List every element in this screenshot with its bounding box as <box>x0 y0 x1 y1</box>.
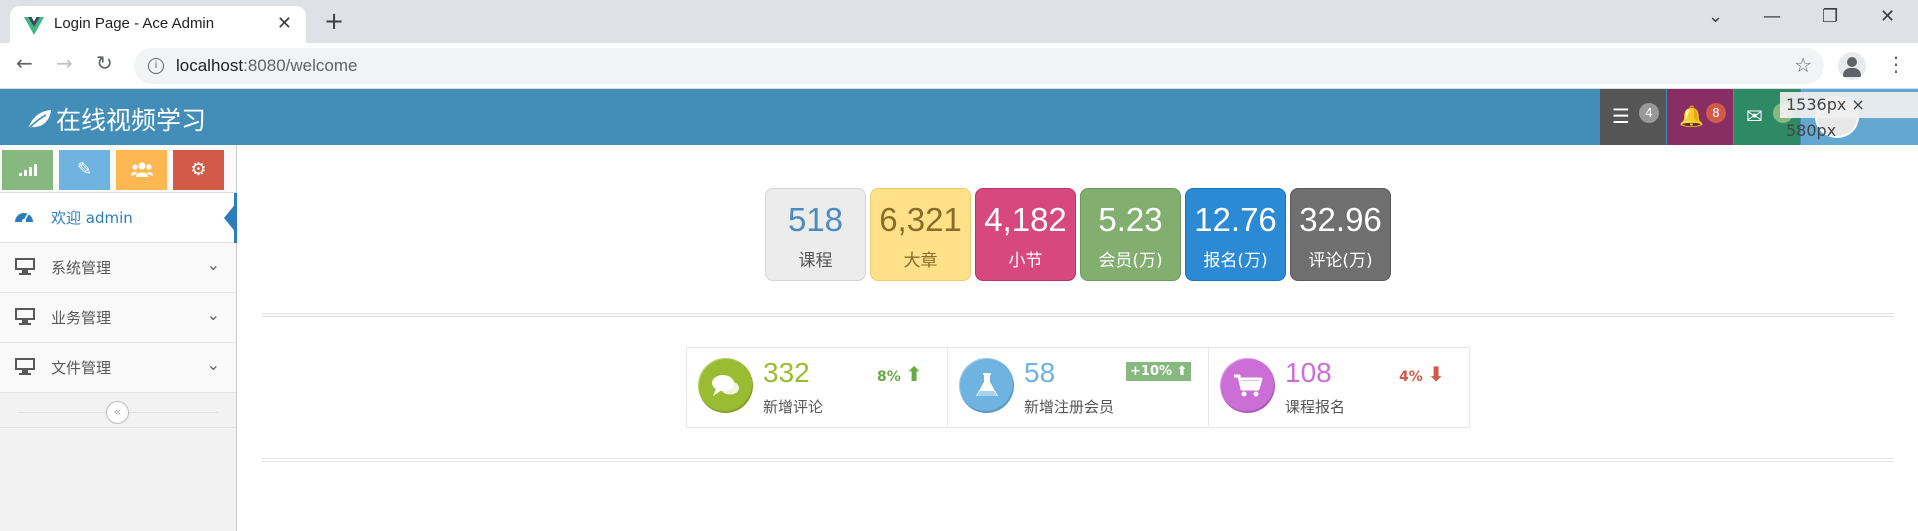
flask-icon <box>959 358 1014 413</box>
stat-value: 518 <box>787 201 844 238</box>
stat-box-chapters[interactable]: 6,321 大章 <box>870 188 971 281</box>
bookmark-star-icon[interactable]: ☆ <box>1794 53 1812 77</box>
desktop-icon <box>14 257 36 280</box>
infobox-value: 108 <box>1285 357 1332 388</box>
sidebar-item-welcome[interactable]: 欢迎 admin <box>0 193 237 243</box>
signal-icon[interactable] <box>2 150 53 190</box>
divider <box>262 313 1894 317</box>
stat-box-courses[interactable]: 518 课程 <box>765 188 866 281</box>
restore-button[interactable]: ❐ <box>1822 6 1838 27</box>
site-info-icon[interactable]: i <box>148 58 164 74</box>
arrow-up-icon: ⬆ <box>1176 364 1188 379</box>
url-text: localhost:8080/welcome <box>176 56 358 75</box>
stat-percent: 4% <box>1399 369 1423 385</box>
pencil-icon[interactable]: ✎ <box>59 150 110 190</box>
sidebar-item-business[interactable]: 业务管理 ⌄ <box>0 293 236 343</box>
stat-label: 会员(万) <box>1098 251 1163 271</box>
new-tab-button[interactable]: + <box>324 7 344 35</box>
stat-label: 评论(万) <box>1308 251 1373 271</box>
infobox-stat: 4% ⬇ <box>1399 362 1444 386</box>
sidebar-item-label: 欢迎 admin <box>51 209 133 227</box>
stat-label: 小节 <box>1008 251 1043 271</box>
chevron-down-icon: ⌄ <box>206 255 220 274</box>
infobox-row: 332 新增评论 8% ⬆ 58 新增注册会员 +10% ⬆ 108 课程报名 … <box>686 347 1470 428</box>
browser-tab[interactable]: Login Page - Ace Admin ✕ <box>10 6 306 43</box>
users-icon[interactable] <box>116 150 167 190</box>
nav-tasks[interactable]: ☰ 4 <box>1600 89 1666 145</box>
browser-tab-strip: Login Page - Ace Admin ✕ + ⌄ — ❐ ✕ <box>0 0 1918 43</box>
infobox-value: 58 <box>1024 357 1056 388</box>
back-icon[interactable]: ← <box>16 51 33 75</box>
infobox-label: 新增评论 <box>763 398 824 416</box>
stat-box-enrollments[interactable]: 12.76 报名(万) <box>1185 188 1286 281</box>
sidebar-item-files[interactable]: 文件管理 ⌄ <box>0 343 236 393</box>
infobox-stat: 8% ⬆ <box>877 362 922 386</box>
browser-toolbar: ← → ↻ i localhost:8080/welcome ☆ ⋮ <box>0 43 1918 89</box>
bell-icon: 🔔 <box>1679 104 1704 128</box>
stat-value: 6,321 <box>879 201 962 238</box>
stat-percent: +10% <box>1130 364 1173 379</box>
tasks-badge: 4 <box>1639 103 1659 123</box>
collapse-sidebar-icon[interactable]: « <box>106 401 129 424</box>
divider <box>262 458 1894 462</box>
app-navbar: 在线视频学习 ☰ 4 🔔 8 ✉ 5 <box>0 89 1918 145</box>
stat-label: 课程 <box>798 251 833 271</box>
sidebar-collapse-row: « <box>0 396 236 428</box>
stat-label: 报名(万) <box>1203 251 1268 271</box>
leaf-icon <box>26 106 52 135</box>
infobox-enrollments[interactable]: 108 课程报名 4% ⬇ <box>1209 348 1470 427</box>
window-close-button[interactable]: ✕ <box>1880 6 1895 27</box>
infobox-comments[interactable]: 332 新增评论 8% ⬆ <box>687 348 948 427</box>
address-bar[interactable]: i localhost:8080/welcome ☆ <box>134 48 1824 84</box>
tab-search-icon[interactable]: ⌄ <box>1708 6 1723 27</box>
active-indicator <box>224 202 237 234</box>
infobox-label: 新增注册会员 <box>1024 398 1115 416</box>
stat-percent: 8% <box>877 369 901 385</box>
stat-value: 5.23 <box>1098 201 1163 238</box>
chevron-down-icon: ⌄ <box>206 355 220 374</box>
stat-label: 大章 <box>903 251 938 271</box>
desktop-icon <box>14 357 36 380</box>
tasks-icon: ☰ <box>1612 104 1630 128</box>
stat-box-comments[interactable]: 32.96 评论(万) <box>1290 188 1391 281</box>
nav-notifications[interactable]: 🔔 8 <box>1667 89 1733 145</box>
stat-value: 4,182 <box>984 201 1067 238</box>
infobox-value: 332 <box>763 357 810 388</box>
sidebar-item-label: 文件管理 <box>51 359 112 377</box>
stat-value: 12.76 <box>1194 201 1277 238</box>
cogs-icon[interactable]: ⚙ <box>173 150 224 190</box>
sidebar-item-label: 系统管理 <box>51 259 112 277</box>
infobox-new-members[interactable]: 58 新增注册会员 +10% ⬆ <box>948 348 1209 427</box>
notifications-badge: 8 <box>1706 103 1726 123</box>
arrow-down-icon: ⬇ <box>1427 362 1445 386</box>
sidebar-item-system[interactable]: 系统管理 ⌄ <box>0 243 236 293</box>
sidebar-item-label: 业务管理 <box>51 309 112 327</box>
chevron-down-icon: ⌄ <box>206 305 220 324</box>
shopping-cart-icon <box>1220 358 1275 413</box>
minimize-button[interactable]: — <box>1763 6 1781 27</box>
reload-icon[interactable]: ↻ <box>96 51 113 75</box>
sidebar-shortcuts: ✎ ⚙ <box>0 145 236 193</box>
size-tooltip: 1536px × 580px <box>1780 92 1918 140</box>
dashboard-icon <box>14 207 34 228</box>
growth-badge: +10% ⬆ <box>1126 362 1192 381</box>
sidebar: ✎ ⚙ 欢迎 admin 系统管理 ⌄ 业务管理 ⌄ 文件管理 ⌄ « <box>0 145 237 531</box>
brand[interactable]: 在线视频学习 <box>26 101 206 137</box>
profile-icon[interactable] <box>1838 52 1866 80</box>
infobox-label: 课程报名 <box>1285 398 1346 416</box>
stat-value: 32.96 <box>1299 201 1382 238</box>
stat-box-members[interactable]: 5.23 会员(万) <box>1080 188 1181 281</box>
tab-title: Login Page - Ace Admin <box>54 15 215 32</box>
brand-title: 在线视频学习 <box>56 106 207 135</box>
arrow-up-icon: ⬆ <box>905 362 923 386</box>
tab-close-icon[interactable]: ✕ <box>277 13 292 34</box>
envelope-icon: ✉ <box>1746 104 1763 128</box>
forward-icon[interactable]: → <box>56 51 73 75</box>
stat-box-sections[interactable]: 4,182 小节 <box>975 188 1076 281</box>
vue-logo-icon <box>24 17 44 35</box>
comments-icon <box>698 358 753 413</box>
browser-menu-icon[interactable]: ⋮ <box>1886 52 1906 76</box>
desktop-icon <box>14 307 36 330</box>
